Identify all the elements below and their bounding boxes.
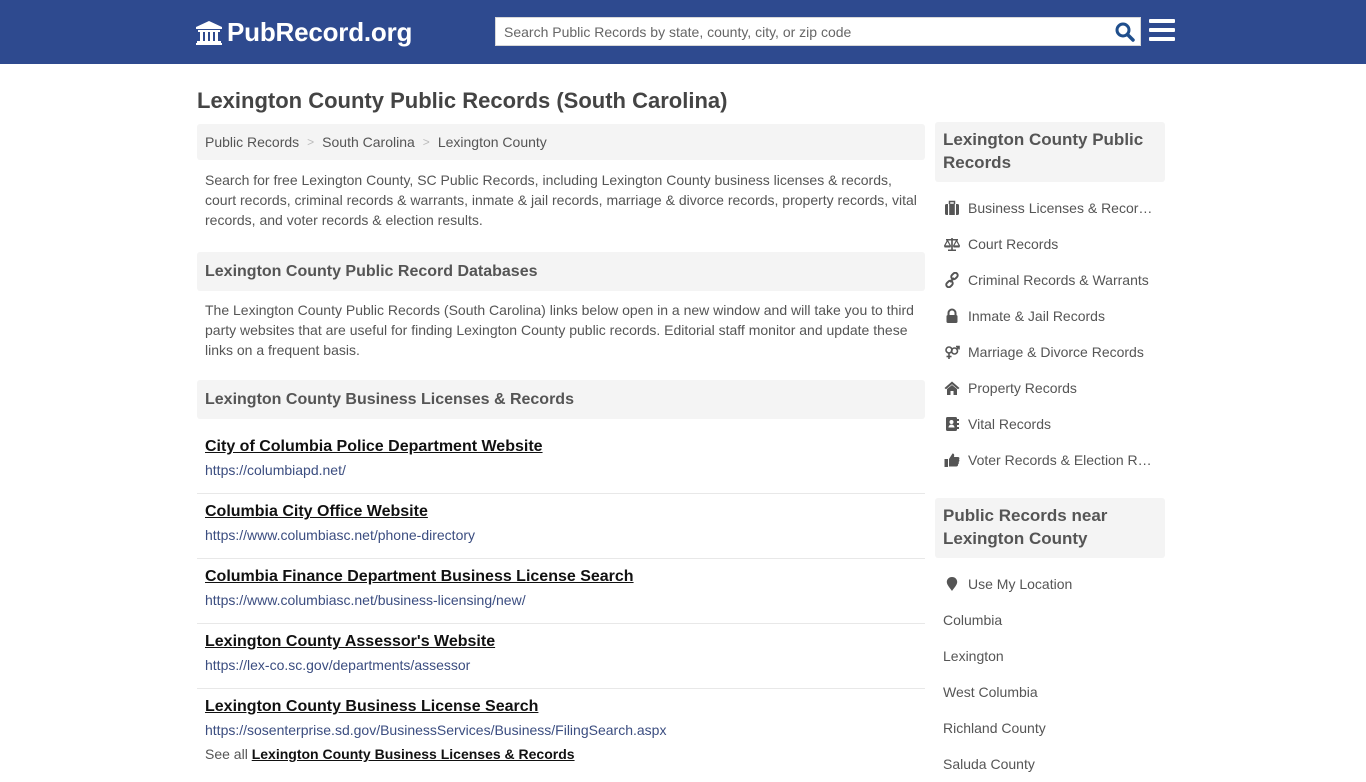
sidebar-item-label: Property Records [968,380,1077,396]
databases-heading: Lexington County Public Record Databases [197,252,925,291]
breadcrumb: Public Records > South Carolina > Lexing… [197,124,925,160]
nearby-item[interactable]: Columbia [935,602,1165,638]
breadcrumb-south-carolina[interactable]: South Carolina [322,134,415,150]
record-link-url: https://sosenterprise.sd.gov/BusinessSer… [205,722,667,738]
see-all-row: See all Lexington County Business Licens… [197,746,925,762]
sidebar-item-label: Court Records [968,236,1059,252]
databases-description: The Lexington County Public Records (Sou… [205,302,914,358]
record-link-title[interactable]: Columbia Finance Department Business Lic… [205,567,917,587]
see-all-link[interactable]: Lexington County Business Licenses & Rec… [252,746,575,762]
breadcrumb-separator: > [307,135,315,149]
courthouse-icon [196,20,222,45]
link-icon [943,272,960,288]
menu-bar [1149,19,1175,23]
sidebar-item-court[interactable]: Court Records [935,226,1165,262]
sidebar-item-property[interactable]: Property Records [935,370,1165,406]
site-logo[interactable]: PubRecord.org [195,17,412,48]
sidebar-item-label: Voter Records & Election Results [968,452,1153,468]
business-link-list: City of Columbia Police Department Websi… [197,429,925,754]
sidebar-item-label: Marriage & Divorce Records [968,344,1144,360]
top-navbar: PubRecord.org [0,0,1366,64]
sidebar-item-voter[interactable]: Voter Records & Election Results [935,442,1165,478]
sidebar-item-marriage[interactable]: Marriage & Divorce Records [935,334,1165,370]
intro-text: Search for free Lexington County, SC Pub… [205,172,917,228]
menu-bar [1149,37,1175,41]
business-heading: Lexington County Business Licenses & Rec… [197,380,925,419]
sidebar-item-label: Business Licenses & Records [968,200,1153,216]
search-icon [1115,22,1135,42]
map-marker-icon [943,576,960,592]
record-link-title[interactable]: City of Columbia Police Department Websi… [205,437,917,457]
menu-bar [1149,28,1175,32]
list-item: Columbia Finance Department Business Lic… [197,559,925,624]
nearby-item[interactable]: West Columbia [935,674,1165,710]
sidebar-item-label: Inmate & Jail Records [968,308,1105,324]
sidebar: Lexington County Public Records Business… [935,122,1165,782]
address-book-icon [943,416,960,432]
logo-text: PubRecord.org [227,17,413,47]
list-item: Lexington County Business License Search… [197,689,925,754]
see-all-prefix: See all [205,746,248,762]
use-my-location-label: Use My Location [968,576,1073,592]
nearby-item[interactable]: Saluda County [935,746,1165,782]
record-link-url: https://columbiapd.net/ [205,462,346,478]
record-link-url: https://www.columbiasc.net/business-lice… [205,592,526,608]
sidebar-item-business[interactable]: Business Licenses & Records [935,190,1165,226]
breadcrumb-separator: > [422,135,430,149]
scale-icon [943,236,960,252]
venus-mars-icon [943,344,960,360]
page-title: Lexington County Public Records (South C… [197,88,728,113]
list-item: Columbia City Office Website https://www… [197,494,925,559]
record-link-url: https://www.columbiasc.net/phone-directo… [205,527,476,543]
nearby-list: Use My Location Columbia Lexington West … [935,566,1165,782]
lock-icon [943,308,960,324]
search-box [495,17,1141,46]
main-content: Public Records > South Carolina > Lexing… [197,124,925,762]
thumbs-up-icon [943,452,960,468]
use-my-location-button[interactable]: Use My Location [935,566,1165,602]
briefcase-icon [943,200,960,216]
record-link-url: https://lex-co.sc.gov/departments/assess… [205,657,471,673]
nearby-item[interactable]: Lexington [935,638,1165,674]
record-link-title[interactable]: Columbia City Office Website [205,502,917,522]
list-item: Lexington County Assessor's Website http… [197,624,925,689]
sidebar-item-criminal[interactable]: Criminal Records & Warrants [935,262,1165,298]
breadcrumb-lexington-county[interactable]: Lexington County [438,134,547,150]
hamburger-menu-button[interactable] [1149,19,1175,43]
record-link-title[interactable]: Lexington County Assessor's Website [205,632,917,652]
list-item: City of Columbia Police Department Websi… [197,429,925,494]
sidebar-records-list: Business Licenses & Records Court Record… [935,190,1165,478]
sidebar-item-vital[interactable]: Vital Records [935,406,1165,442]
sidebar-item-label: Vital Records [968,416,1052,432]
sidebar-near-heading: Public Records near Lexington County [935,498,1165,558]
sidebar-item-inmate[interactable]: Inmate & Jail Records [935,298,1165,334]
nearby-item[interactable]: Richland County [935,710,1165,746]
sidebar-records-heading: Lexington County Public Records [935,122,1165,182]
home-icon [943,380,960,396]
breadcrumb-public-records[interactable]: Public Records [205,134,299,150]
sidebar-item-label: Criminal Records & Warrants [968,272,1149,288]
record-link-title[interactable]: Lexington County Business License Search [205,697,917,717]
search-button[interactable] [1114,21,1136,43]
search-input[interactable] [496,18,1106,45]
